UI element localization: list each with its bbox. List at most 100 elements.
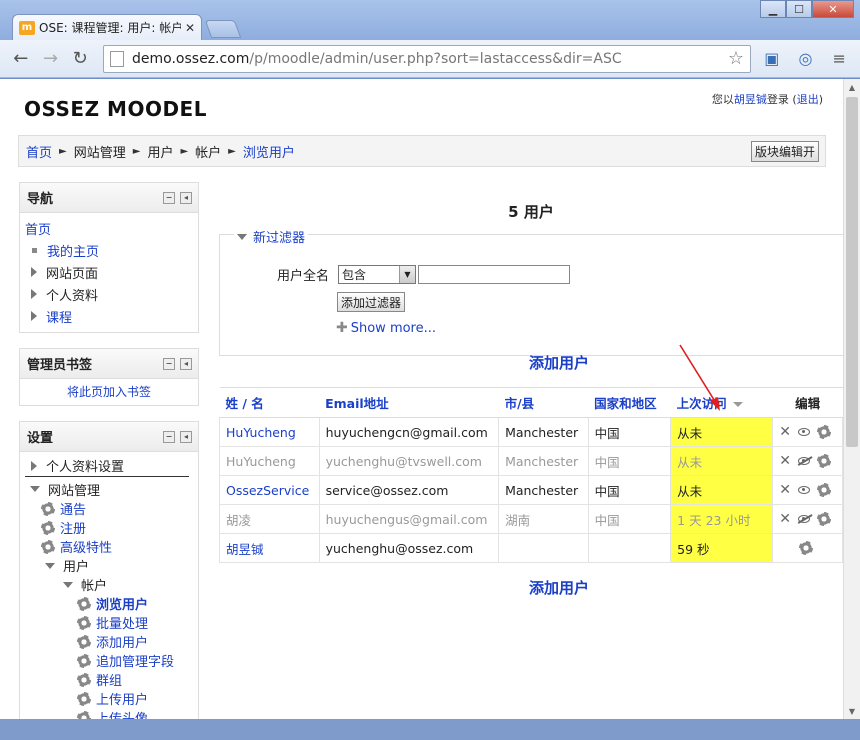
- expand-arrow-icon[interactable]: [31, 267, 37, 277]
- sort-city-link[interactable]: 市/县: [505, 396, 535, 411]
- add-filter-button[interactable]: 添加过滤器: [337, 292, 406, 312]
- browser-tab[interactable]: m OSE: 课程管理: 用户: 帐户 ✕: [12, 14, 202, 40]
- add-user-link-bottom[interactable]: 添加用户: [219, 577, 843, 598]
- address-bar[interactable]: demo.ossez.com/p/moodle/admin/user.php?s…: [103, 44, 751, 73]
- sort-firstname-link[interactable]: 名: [251, 396, 264, 411]
- nav-courses[interactable]: 课程: [46, 307, 72, 326]
- settings-add-user[interactable]: 添加用户: [96, 632, 148, 651]
- settings-accounts[interactable]: 帐户: [81, 575, 107, 594]
- new-tab-button[interactable]: [204, 20, 242, 38]
- hide-icon[interactable]: [797, 515, 810, 523]
- dropdown-arrow-icon: ▼: [399, 266, 415, 283]
- dock-icon[interactable]: ◂: [180, 191, 192, 204]
- navigation-block-header: 导航 − ◂: [20, 183, 198, 213]
- gear-icon[interactable]: [816, 454, 831, 468]
- show-icon[interactable]: [797, 428, 810, 436]
- close-window-button[interactable]: ✕: [812, 0, 854, 18]
- back-icon[interactable]: ←: [8, 46, 34, 72]
- expand-arrow-icon[interactable]: [31, 311, 37, 321]
- filter-value-input[interactable]: [418, 265, 570, 284]
- nav-profile[interactable]: 个人资料: [46, 285, 98, 304]
- vertical-scrollbar[interactable]: ▲ ▼: [843, 79, 860, 719]
- sort-email-link[interactable]: Email地址: [325, 396, 389, 411]
- settings-profile-fields[interactable]: 追加管理字段: [96, 651, 174, 670]
- menu-icon[interactable]: ≡: [826, 46, 852, 72]
- settings-upload-users[interactable]: 上传用户: [96, 689, 148, 708]
- new-filter-legend[interactable]: 新过滤器: [234, 227, 309, 246]
- settings-upload-pictures[interactable]: 上传头像: [96, 708, 148, 719]
- settings-cohorts[interactable]: 群组: [96, 670, 122, 689]
- scrollbar-thumb[interactable]: [846, 97, 858, 447]
- user-name-link[interactable]: 胡昱铖: [226, 542, 264, 557]
- site-name: OSSEZ MOODEL: [24, 97, 207, 121]
- gear-icon: [41, 539, 55, 554]
- gear-icon[interactable]: [816, 512, 831, 526]
- collapse-arrow-icon[interactable]: [63, 581, 73, 588]
- navigation-block: 导航 − ◂ 首页 我的主页 网站页面 个人资料 课程: [19, 182, 199, 333]
- settings-bulk-actions[interactable]: 批量处理: [96, 613, 148, 632]
- user-name-link[interactable]: HuYucheng: [226, 454, 296, 469]
- settings-profile[interactable]: 个人资料设置: [46, 456, 124, 475]
- breadcrumb-site-admin: 网站管理: [73, 145, 126, 161]
- bookmark-page-link[interactable]: 将此页加入书签: [67, 385, 151, 399]
- translate-extension-icon[interactable]: ◎: [793, 46, 819, 72]
- nav-my-home[interactable]: 我的主页: [47, 241, 99, 260]
- logout-link[interactable]: 退出: [797, 93, 819, 106]
- delete-icon[interactable]: ✕: [779, 453, 791, 469]
- nav-site-pages[interactable]: 网站页面: [46, 263, 98, 282]
- reload-icon[interactable]: ↻: [67, 46, 93, 72]
- sort-lastname-link[interactable]: 姓: [226, 396, 239, 411]
- maximize-button[interactable]: ☐: [786, 0, 812, 18]
- gear-icon[interactable]: [816, 425, 831, 439]
- user-city: Manchester: [498, 446, 589, 476]
- expand-arrow-icon[interactable]: [31, 289, 37, 299]
- filter-operator-select[interactable]: 包含 ▼: [338, 265, 416, 284]
- delete-icon[interactable]: ✕: [779, 424, 791, 440]
- breadcrumb-accounts: 帐户: [195, 145, 222, 161]
- sort-country-link[interactable]: 国家和地区: [594, 396, 657, 411]
- dock-icon[interactable]: ◂: [180, 430, 192, 443]
- login-suffix: ): [818, 93, 823, 106]
- login-user-link[interactable]: 胡昱铖: [734, 93, 767, 106]
- delete-icon[interactable]: ✕: [779, 482, 791, 498]
- show-more-link[interactable]: ✚ Show more...: [336, 320, 436, 336]
- show-icon[interactable]: [797, 486, 810, 494]
- gear-icon[interactable]: [816, 483, 831, 497]
- settings-browse-users[interactable]: 浏览用户: [96, 594, 148, 613]
- gear-icon: [77, 710, 91, 719]
- collapse-arrow-icon[interactable]: [30, 486, 40, 492]
- collapse-icon[interactable]: −: [163, 191, 175, 204]
- admin-bookmarks-header: 管理员书签 − ◂: [20, 349, 198, 379]
- settings-notifications[interactable]: 通告: [60, 499, 86, 518]
- expand-arrow-icon[interactable]: [31, 460, 37, 471]
- nav-home[interactable]: 首页: [25, 219, 51, 238]
- settings-registration[interactable]: 注册: [60, 518, 86, 537]
- user-name-link[interactable]: HuYucheng: [226, 425, 296, 440]
- breadcrumb-home[interactable]: 首页: [26, 142, 52, 161]
- user-email: service@ossez.com: [318, 475, 500, 505]
- bookmark-star-icon[interactable]: ☆: [728, 48, 744, 69]
- collapse-arrow-icon[interactable]: [45, 562, 55, 569]
- gear-icon[interactable]: [799, 541, 814, 555]
- table-row: OssezService service@ossez.com Mancheste…: [219, 475, 843, 505]
- block-edit-button[interactable]: 版块编辑开: [750, 141, 819, 162]
- user-name-link[interactable]: 胡凌: [226, 513, 251, 528]
- add-user-link-top[interactable]: 添加用户: [219, 352, 843, 373]
- minimize-button[interactable]: ▁: [760, 0, 786, 18]
- delete-icon[interactable]: ✕: [779, 511, 791, 527]
- collapse-icon[interactable]: −: [163, 430, 175, 443]
- breadcrumb-browse-users[interactable]: 浏览用户: [243, 142, 295, 161]
- scroll-up-icon[interactable]: ▲: [844, 79, 860, 95]
- tab-close-icon[interactable]: ✕: [185, 21, 195, 35]
- hide-icon[interactable]: [797, 457, 810, 465]
- settings-users[interactable]: 用户: [63, 556, 89, 575]
- collapse-icon[interactable]: −: [163, 357, 175, 370]
- forward-icon[interactable]: →: [38, 46, 64, 72]
- scroll-down-icon[interactable]: ▼: [844, 703, 860, 719]
- user-name-link[interactable]: OssezService: [226, 483, 309, 498]
- screenshot-extension-icon[interactable]: ▣: [759, 46, 785, 72]
- country-header: 国家和地区: [588, 387, 671, 418]
- settings-advanced[interactable]: 高级特性: [60, 537, 112, 556]
- settings-site-admin[interactable]: 网站管理: [48, 480, 100, 499]
- dock-icon[interactable]: ◂: [180, 357, 192, 370]
